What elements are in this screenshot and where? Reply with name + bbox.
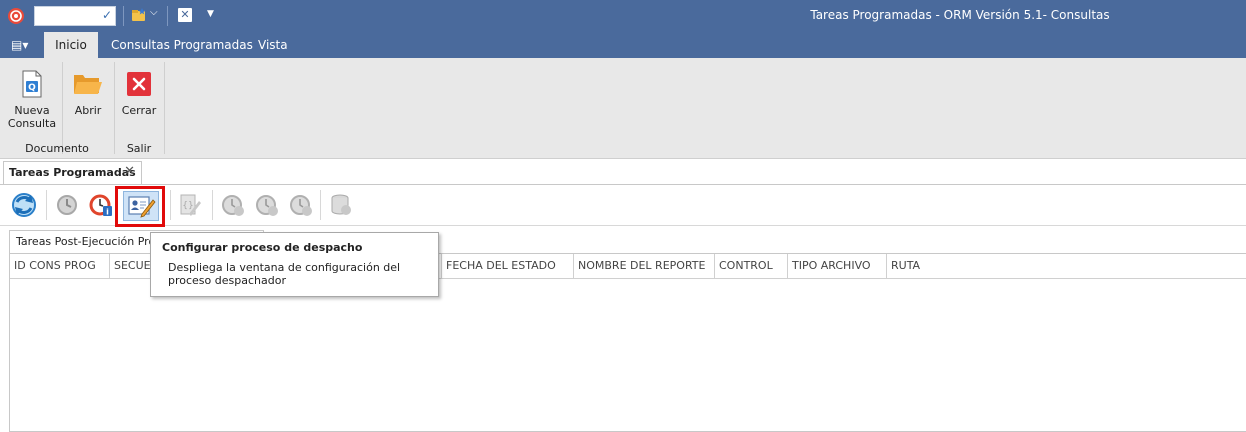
- toolbar-separator: [320, 190, 321, 220]
- quick-access-separator: [167, 6, 168, 26]
- checkmark-icon: ✓: [101, 8, 112, 22]
- ribbon-group-separator: [164, 62, 165, 154]
- clock-stop-disabled-icon[interactable]: [289, 193, 313, 217]
- svg-text:i: i: [106, 208, 109, 217]
- column-header-control[interactable]: CONTROL: [715, 254, 788, 278]
- tab-vista[interactable]: Vista: [248, 32, 298, 58]
- quick-access-separator: [123, 6, 124, 26]
- alarm-clock-info-icon[interactable]: i: [89, 193, 113, 217]
- close-document-icon[interactable]: ✕: [178, 8, 192, 22]
- tooltip-title: Configurar proceso de despacho: [162, 241, 363, 254]
- column-header-fecha-del-estado[interactable]: FECHA DEL ESTADO: [442, 254, 574, 278]
- ribbon-panel: [0, 58, 1246, 159]
- close-label: Cerrar: [121, 104, 157, 117]
- svg-text:{}: {}: [182, 201, 193, 211]
- document-tab-strip: [0, 159, 1246, 185]
- database-disabled-icon[interactable]: [329, 193, 353, 217]
- ribbon-separator: [62, 62, 63, 154]
- clock-pause-disabled-icon[interactable]: [255, 193, 279, 217]
- column-header-nombre-del-reporte[interactable]: NOMBRE DEL REPORTE: [574, 254, 715, 278]
- new-query-icon: Q: [22, 70, 42, 98]
- tab-inicio[interactable]: Inicio: [44, 32, 98, 58]
- refresh-icon[interactable]: [9, 191, 39, 219]
- new-query-button[interactable]: Q Nueva Consulta: [6, 66, 58, 134]
- ribbon-group-separator: [114, 62, 115, 154]
- group-label-salir: Salir: [126, 142, 152, 155]
- tooltip: Configurar proceso de despacho Despliega…: [150, 232, 439, 297]
- close-button[interactable]: Cerrar: [118, 66, 160, 134]
- toolbar-separator: [212, 190, 213, 220]
- quick-access-combo[interactable]: ✓: [34, 6, 116, 26]
- close-icon: [127, 72, 151, 96]
- document-tab-label: Tareas Programadas: [9, 166, 136, 179]
- sub-tab-label: Tareas Post-Ejecución Prog: [16, 235, 163, 248]
- new-query-label-1: Nueva: [14, 104, 50, 117]
- window-title: Tareas Programadas - ORM Versión 5.1- Co…: [810, 8, 1110, 22]
- open-button[interactable]: Abrir: [66, 66, 110, 134]
- user-edit-icon: [128, 196, 156, 218]
- toolbar-separator: [46, 190, 47, 220]
- script-edit-disabled-icon[interactable]: {}: [179, 193, 203, 217]
- customize-quick-access-icon[interactable]: ▼: [207, 9, 214, 19]
- open-label: Abrir: [74, 104, 102, 117]
- chevron-down-icon[interactable]: ⌵: [150, 7, 158, 18]
- app-logo-icon[interactable]: [7, 7, 25, 25]
- clock-check-disabled-icon[interactable]: [221, 193, 245, 217]
- tooltip-description: Despliega la ventana de configuración de…: [168, 261, 401, 287]
- clock-disabled-icon[interactable]: [55, 193, 79, 217]
- svg-text:Q: Q: [28, 83, 36, 93]
- column-header-id-cons-prog[interactable]: ID CONS PROG: [10, 254, 110, 278]
- tab-consultas-programadas[interactable]: Consultas Programadas: [101, 32, 263, 58]
- column-header-tipo-archivo[interactable]: TIPO ARCHIVO: [788, 254, 887, 278]
- new-query-label-2: Consulta: [7, 117, 57, 130]
- configure-dispatch-button[interactable]: [123, 191, 159, 221]
- toolbar-separator: [170, 190, 171, 220]
- column-header-ruta[interactable]: RUTA: [887, 254, 1246, 278]
- application-menu-icon[interactable]: ▤▾: [11, 38, 28, 52]
- document-tab[interactable]: Tareas Programadas ✕: [3, 161, 142, 184]
- close-tab-icon[interactable]: ✕: [124, 164, 135, 179]
- folder-star-icon[interactable]: [131, 7, 147, 23]
- open-folder-icon: [74, 75, 102, 94]
- group-label-documento: Documento: [25, 142, 89, 155]
